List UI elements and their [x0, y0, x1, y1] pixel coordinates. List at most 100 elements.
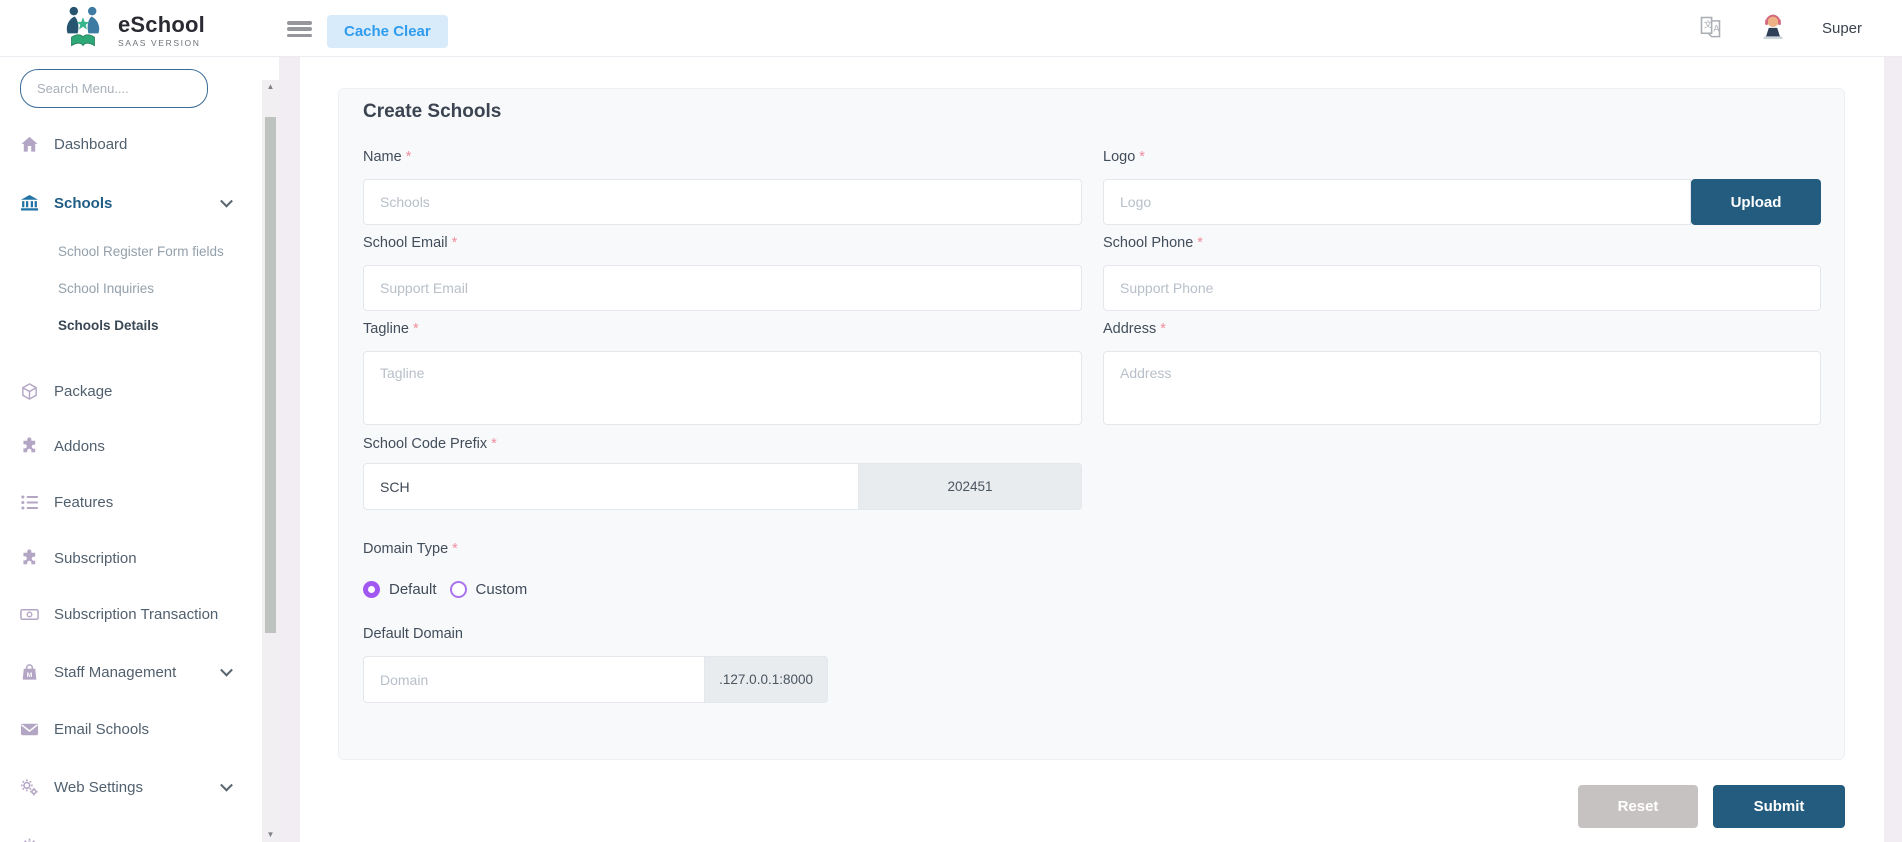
logo-label: Logo * [1103, 149, 1145, 165]
school-email-input[interactable] [363, 265, 1082, 311]
sidebar-item-schools[interactable]: Schools [0, 186, 262, 220]
sidebar-item-dashboard[interactable]: Dashboard [0, 127, 262, 161]
tagline-textarea[interactable] [363, 351, 1082, 425]
eschool-logo-icon [58, 5, 108, 56]
sidebar-item-label: Addons [54, 437, 105, 455]
form-actions: Reset Submit [300, 785, 1845, 828]
sidebar-item-label: Staff Management [54, 663, 177, 681]
sidebar-item-label: Email Schools [54, 720, 150, 738]
topbar: eSchool SAAS VERSION Cache Clear 文 A Sup… [0, 0, 1902, 57]
submit-button[interactable]: Submit [1713, 785, 1845, 828]
address-field-group: Address * [1103, 321, 1821, 430]
svg-text:M: M [27, 671, 33, 678]
gear-icon [20, 836, 39, 842]
address-label: Address * [1103, 321, 1166, 337]
school-code-prefix-label: School Code Prefix * [363, 436, 497, 452]
required-asterisk: * [1139, 149, 1145, 165]
sidebar-item-subscription[interactable]: Subscription [0, 541, 262, 575]
money-icon [20, 605, 39, 624]
brand-tagline: SAAS VERSION [118, 37, 201, 48]
school-code-suffix: 202451 [859, 463, 1082, 510]
required-asterisk: * [451, 235, 458, 251]
bank-icon [20, 194, 39, 213]
gears-icon [20, 778, 39, 797]
app-logo[interactable]: eSchool SAAS VERSION [58, 5, 205, 56]
svg-text:A: A [1713, 23, 1719, 33]
chevron-down-icon [220, 663, 233, 677]
radio-selected-icon[interactable] [363, 581, 380, 598]
sidebar-gap-strip [279, 57, 300, 842]
school-phone-field-group: School Phone * [1103, 235, 1821, 311]
sidebar-item-addons[interactable]: Addons [0, 429, 262, 463]
staff-icon: M [20, 663, 39, 682]
sidebar-item-label: Package [54, 382, 113, 400]
domain-type-label: Domain Type * [363, 541, 458, 557]
main-content: Create Schools Name* Logo* Upload School… [300, 57, 1884, 842]
user-avatar[interactable] [1758, 11, 1788, 46]
required-asterisk: * [412, 321, 419, 337]
required-asterisk: * [1197, 235, 1203, 251]
sidebar-item-label: Dashboard [54, 135, 128, 153]
logo-field-group: Logo* Upload [1103, 149, 1821, 225]
mail-icon [20, 720, 39, 739]
user-name[interactable]: Super [1822, 20, 1862, 37]
logo-input[interactable] [1103, 179, 1691, 225]
home-icon [20, 135, 39, 154]
name-input[interactable] [363, 179, 1082, 225]
radio-unselected-icon[interactable] [449, 581, 467, 598]
default-domain-input[interactable] [363, 656, 706, 703]
required-asterisk: * [491, 436, 497, 452]
chevron-down-icon [220, 194, 233, 208]
sidebar-item-partial[interactable] [0, 828, 262, 842]
address-textarea[interactable] [1103, 351, 1821, 425]
sidebar-subitem-schools-details[interactable]: Schools Details [58, 311, 248, 339]
hamburger-menu-icon[interactable] [287, 21, 312, 37]
scroll-down-icon[interactable]: ▼ [262, 828, 279, 842]
school-email-label: School Email * [363, 235, 458, 251]
required-asterisk: * [452, 541, 458, 557]
school-phone-label: School Phone * [1103, 235, 1203, 251]
domain-type-default-option[interactable]: Default [363, 581, 437, 598]
school-code-prefix-input[interactable] [363, 463, 859, 510]
domain-type-group: Domain Type * Default Custom [363, 541, 1082, 598]
page-title: Create Schools [363, 101, 502, 122]
sidebar-scrollbar-thumb[interactable] [265, 117, 276, 633]
domain-type-custom-option[interactable]: Custom [449, 581, 527, 598]
sidebar-item-staff-management[interactable]: M Staff Management [0, 655, 262, 689]
cache-clear-button[interactable]: Cache Clear [327, 15, 448, 48]
puzzle-icon [20, 548, 39, 568]
sidebar-scrollbar[interactable]: ▲ ▼ [262, 80, 279, 842]
sidebar-item-features[interactable]: Features [0, 485, 262, 519]
sidebar-subitem-school-register-form-fields[interactable]: School Register Form fields [58, 237, 248, 265]
scroll-up-icon[interactable]: ▲ [262, 80, 279, 94]
chevron-down-icon [220, 778, 233, 792]
page-scrollbar-track[interactable] [1884, 45, 1902, 842]
name-field-group: Name * [363, 149, 1082, 225]
translate-icon[interactable]: 文 A [1697, 13, 1724, 45]
sidebar-item-label: Web Settings [54, 778, 143, 796]
default-domain-label: Default Domain [363, 626, 463, 642]
required-asterisk: * [1160, 321, 1166, 337]
search-input[interactable] [20, 69, 208, 108]
default-domain-group: Default Domain .127.0.0.1:8000 [363, 626, 1082, 703]
upload-button[interactable]: Upload [1691, 179, 1821, 225]
puzzle-icon [20, 436, 39, 456]
sidebar-item-email-schools[interactable]: Email Schools [0, 712, 262, 746]
sidebar-item-label: Subscription Transaction [54, 605, 219, 623]
sidebar-item-package[interactable]: Package [0, 374, 262, 408]
default-domain-suffix: .127.0.0.1:8000 [705, 656, 828, 703]
school-code-prefix-group: School Code Prefix* 202451 [363, 436, 1082, 510]
tagline-field-group: Tagline * [363, 321, 1082, 430]
reset-button[interactable]: Reset [1578, 785, 1698, 828]
sidebar-item-label: Subscription [54, 549, 137, 567]
sidebar-item-subscription-transaction[interactable]: Subscription Transaction [0, 597, 262, 631]
sidebar-item-label: Features [54, 493, 114, 511]
sidebar-subitem-school-inquiries[interactable]: School Inquiries [58, 274, 248, 302]
name-label: Name * [363, 149, 412, 165]
required-asterisk: * [405, 149, 412, 165]
list-icon [20, 493, 39, 512]
brand-name: eSchool [118, 11, 205, 37]
sidebar-item-web-settings[interactable]: Web Settings [0, 770, 262, 804]
cube-icon [20, 382, 39, 401]
school-phone-input[interactable] [1103, 265, 1821, 311]
